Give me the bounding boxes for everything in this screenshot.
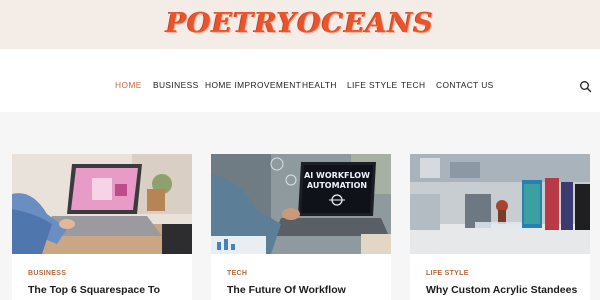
- nav-item-tech[interactable]: TECH: [401, 80, 425, 90]
- nav-item-contact-us[interactable]: CONTACT US: [436, 80, 494, 90]
- post-category[interactable]: TECH: [227, 270, 247, 277]
- main-nav: HOME BUSINESS HOME IMPROVEMENT HEALTH LI…: [0, 80, 600, 96]
- post-title[interactable]: The Future Of Workflow: [227, 284, 346, 296]
- nav-item-life-style[interactable]: LIFE STYLE: [347, 80, 398, 90]
- post-category[interactable]: BUSINESS: [28, 270, 66, 277]
- screen-text-line2: AUTOMATION: [307, 181, 367, 190]
- post-image[interactable]: AI WORKFLOW AUTOMATION: [211, 154, 391, 254]
- search-button[interactable]: [579, 80, 592, 93]
- screen-text-line1: AI WORKFLOW: [304, 171, 370, 180]
- post-card[interactable]: BUSINESS The Top 6 Squarespace To: [12, 154, 192, 300]
- site-logo[interactable]: POETRYOCEANS: [0, 8, 600, 39]
- post-title[interactable]: The Top 6 Squarespace To: [28, 284, 160, 296]
- post-card[interactable]: AI WORKFLOW AUTOMATION TECH The Future O…: [211, 154, 391, 300]
- nav-item-business[interactable]: BUSINESS: [153, 80, 199, 90]
- post-image[interactable]: [410, 154, 590, 254]
- nav-item-home[interactable]: HOME: [115, 80, 142, 90]
- header-bar: POETRYOCEANS: [0, 0, 600, 49]
- post-image[interactable]: [12, 154, 192, 254]
- post-category[interactable]: LIFE STYLE: [426, 270, 469, 277]
- nav-item-health[interactable]: HEALTH: [302, 80, 337, 90]
- search-icon: [580, 81, 592, 93]
- nav-item-home-improvement[interactable]: HOME IMPROVEMENT: [205, 80, 301, 90]
- post-title[interactable]: Why Custom Acrylic Standees: [426, 284, 577, 296]
- post-card[interactable]: LIFE STYLE Why Custom Acrylic Standees: [410, 154, 590, 300]
